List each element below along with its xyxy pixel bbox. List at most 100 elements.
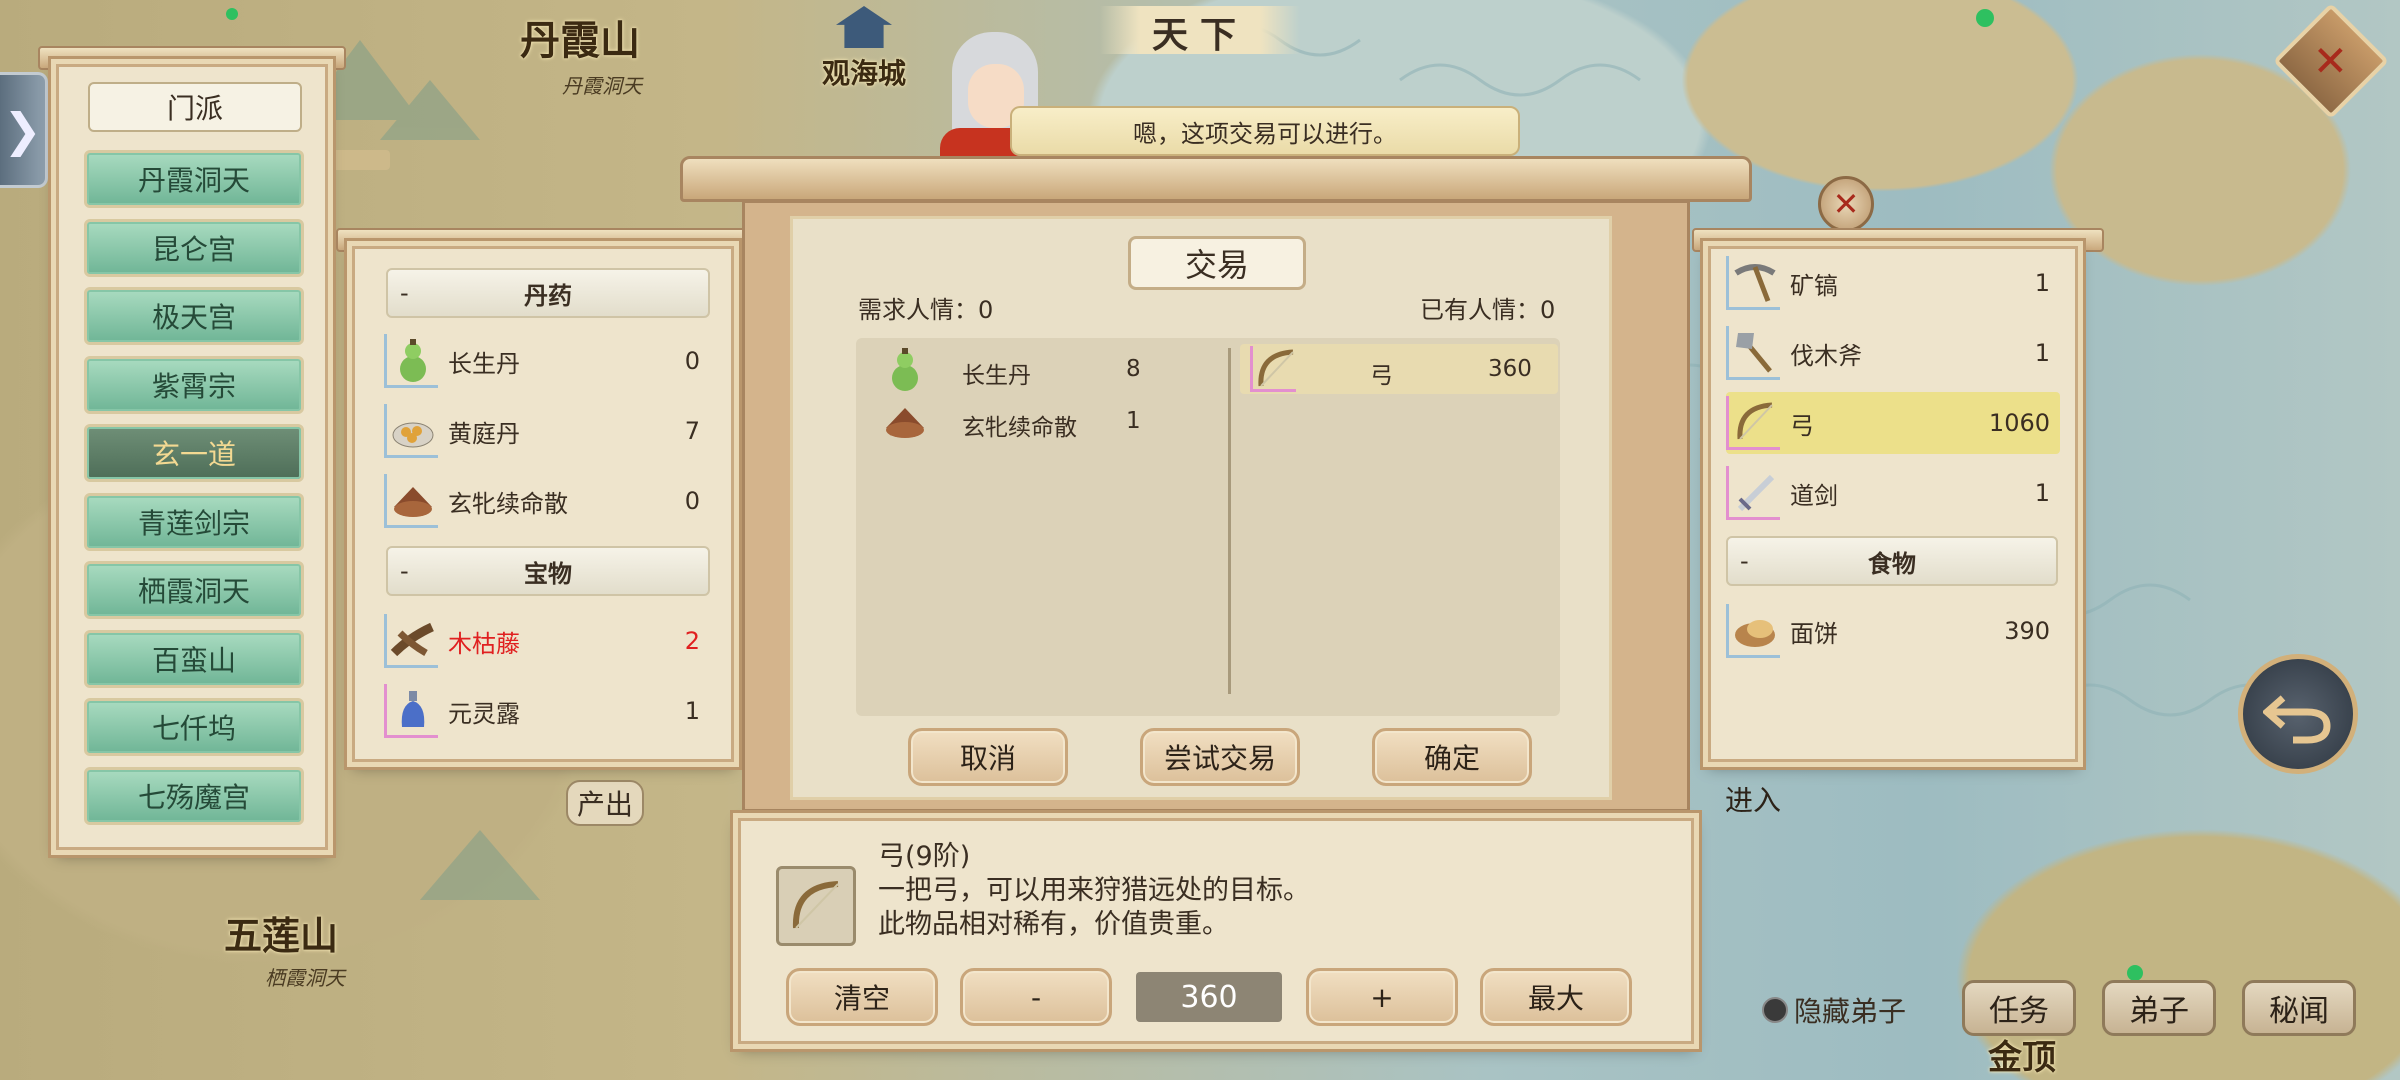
axe-icon — [1726, 326, 1780, 380]
back-button[interactable] — [2238, 654, 2358, 774]
tasks-button[interactable]: 任务 — [1962, 980, 2076, 1036]
hide-disciples-toggle[interactable]: 隐藏弟子 — [1762, 990, 1906, 1030]
map-place-danxia[interactable]: 丹霞山 — [520, 8, 640, 66]
gourd-icon — [882, 346, 928, 392]
try-trade-button[interactable]: 尝试交易 — [1140, 728, 1300, 786]
cancel-button[interactable]: 取消 — [908, 728, 1068, 786]
item-qty: 7 — [684, 417, 700, 445]
item-name: 黄庭丹 — [448, 419, 520, 448]
inventory-item[interactable]: 道剑 1 — [1726, 462, 2060, 524]
trade-title: 交易 — [1128, 236, 1306, 290]
map-place-jinding[interactable]: 金顶 — [1988, 1030, 2056, 1079]
sect-item[interactable]: 玄一道 — [84, 424, 304, 482]
trade-item-qty: 8 — [1126, 356, 1141, 382]
inventory-item[interactable]: 弓 1060 — [1726, 392, 2060, 454]
amount-field[interactable]: 360 — [1136, 972, 1282, 1022]
item-qty: 390 — [2004, 617, 2050, 645]
trade-panel-roof — [680, 156, 1752, 202]
inventory-item[interactable]: 伐木斧 1 — [1726, 322, 2060, 384]
item-qty: 1 — [2034, 339, 2050, 367]
trade-item-qty: 1 — [1126, 408, 1141, 434]
close-icon: ✕ — [2313, 36, 2349, 86]
item-name: 弓 — [1790, 411, 1814, 440]
sect-item[interactable]: 丹霞洞天 — [84, 150, 304, 208]
trade-item-name: 弓 — [1370, 363, 1393, 389]
chevron-right-icon: ❯ — [3, 103, 42, 157]
trade-close-button[interactable]: ✕ — [1818, 176, 1874, 232]
confirm-button[interactable]: 确定 — [1372, 728, 1532, 786]
dialog-text: 嗯，这项交易可以进行。 — [1133, 119, 1397, 148]
return-arrow-icon — [2263, 695, 2331, 744]
minus-button[interactable]: - — [960, 968, 1112, 1026]
secrets-button[interactable]: 秘闻 — [2242, 980, 2356, 1036]
detail-icon-frame — [776, 866, 856, 946]
inventory-item[interactable]: 长生丹 0 — [384, 330, 710, 392]
inventory-item[interactable]: 玄牝续命散 0 — [384, 470, 710, 532]
sword-icon — [1726, 466, 1780, 520]
powder-bowl-icon — [384, 474, 438, 528]
sect-panel-title: 门派 — [88, 82, 302, 132]
detail-line-2: 此物品相对稀有，价值贵重。 — [878, 909, 1229, 940]
trade-item-qty: 360 — [1488, 356, 1532, 382]
trade-item[interactable]: 玄牝续命散 1 — [872, 396, 1212, 446]
inventory-item[interactable]: 面饼 390 — [1726, 600, 2060, 662]
bow-icon — [1250, 346, 1296, 392]
sect-item[interactable]: 极天宫 — [84, 287, 304, 345]
close-icon: ✕ — [1832, 185, 1860, 223]
item-qty: 1 — [2034, 269, 2050, 297]
group-header-food[interactable]: - 食物 — [1726, 536, 2058, 586]
gourd-icon — [384, 334, 438, 388]
sect-item[interactable]: 昆仑宫 — [84, 218, 304, 277]
owned-favor: 已有人情：0 — [1420, 296, 1556, 324]
expand-tab[interactable]: ❯ — [0, 72, 48, 188]
item-name: 矿镐 — [1790, 271, 1838, 300]
vial-icon — [384, 684, 438, 738]
enter-button[interactable]: 进入 — [1718, 776, 1788, 822]
inventory-item[interactable]: 木枯藤 2 — [384, 610, 710, 672]
required-favor: 需求人情：0 — [858, 296, 994, 324]
powder-bowl-icon — [882, 398, 928, 444]
plus-button[interactable]: + — [1306, 968, 1458, 1026]
item-name: 伐木斧 — [1790, 341, 1862, 370]
trade-item[interactable]: 弓 360 — [1240, 344, 1558, 394]
item-name: 木枯藤 — [448, 629, 520, 658]
sect-item[interactable]: 七仟坞 — [84, 698, 304, 756]
map-place-wulian-sub: 栖霞洞天 — [265, 966, 345, 990]
dialog-bubble: 嗯，这项交易可以进行。 — [1010, 106, 1520, 156]
item-qty: 1 — [2034, 479, 2050, 507]
max-button[interactable]: 最大 — [1480, 968, 1632, 1026]
pickaxe-icon — [1726, 256, 1780, 310]
group-header-treasure[interactable]: - 宝物 — [386, 546, 710, 596]
map-place-guanhai[interactable]: 观海城 — [822, 52, 906, 92]
inventory-item[interactable]: 矿镐 1 — [1726, 252, 2060, 314]
sect-item[interactable]: 栖霞洞天 — [84, 561, 304, 619]
sect-item[interactable]: 百蛮山 — [84, 629, 304, 688]
sect-item[interactable]: 紫霄宗 — [84, 355, 304, 414]
sect-item[interactable]: 青莲剑宗 — [84, 492, 304, 551]
trade-give-area — [856, 338, 1560, 716]
item-name: 道剑 — [1790, 481, 1838, 510]
item-qty: 1 — [684, 697, 700, 725]
region-title: 天下 — [1100, 6, 1300, 56]
trade-item[interactable]: 长生丹 8 — [872, 344, 1212, 394]
bow-icon — [792, 881, 839, 929]
map-place-danxia-sub: 丹霞洞天 — [562, 74, 642, 98]
bow-icon — [1726, 396, 1780, 450]
clear-button[interactable]: 清空 — [786, 968, 938, 1026]
trade-item-name: 长生丹 — [962, 363, 1031, 389]
inventory-item[interactable]: 黄庭丹 7 — [384, 400, 710, 462]
map-place-wulian[interactable]: 五莲山 — [224, 905, 338, 960]
item-qty: 0 — [684, 347, 700, 375]
sect-item[interactable]: 七殇魔宫 — [84, 766, 304, 825]
item-name: 面饼 — [1790, 619, 1838, 648]
group-header-pills[interactable]: - 丹药 — [386, 268, 710, 318]
pill-plate-icon — [384, 404, 438, 458]
trade-item-name: 玄牝续命散 — [962, 415, 1077, 441]
toggle-dot-icon — [1762, 997, 1788, 1023]
disciples-button[interactable]: 弟子 — [2102, 980, 2216, 1036]
bread-icon — [1726, 604, 1780, 658]
hide-disciples-label: 隐藏弟子 — [1794, 995, 1907, 1028]
vine-icon — [384, 614, 438, 668]
inventory-item[interactable]: 元灵露 1 — [384, 680, 710, 742]
item-qty: 0 — [684, 487, 700, 515]
